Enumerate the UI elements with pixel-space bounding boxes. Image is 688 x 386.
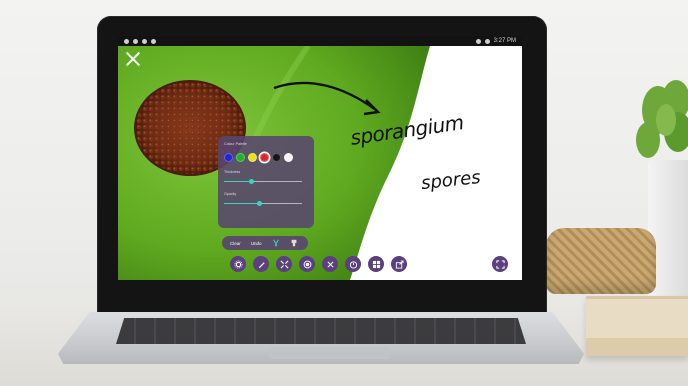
- bluetooth-icon: [475, 38, 481, 44]
- split-button[interactable]: [322, 256, 338, 272]
- wifi-icon: [484, 38, 490, 44]
- colour-palette-panel: Colour Palette Thickness Opacity: [218, 136, 314, 228]
- record-button[interactable]: [299, 256, 315, 272]
- eraser-icon[interactable]: [290, 239, 298, 247]
- notification-icon: [124, 38, 129, 44]
- color-swatch[interactable]: [248, 153, 257, 162]
- color-swatch[interactable]: [272, 153, 281, 162]
- screen: 3:27 PM sporangium spores Colour Palette…: [118, 36, 522, 280]
- keyboard: [116, 318, 526, 344]
- gallery-button[interactable]: [368, 256, 384, 272]
- wicker-basket: [546, 228, 656, 294]
- split-icon: [326, 260, 334, 268]
- color-swatch[interactable]: [260, 153, 269, 162]
- share-icon: [395, 259, 404, 269]
- gallery-icon: [372, 260, 380, 268]
- pen-button[interactable]: [253, 256, 269, 272]
- timer-icon: [349, 260, 357, 269]
- notification-icon: [133, 38, 138, 44]
- fullscreen-button[interactable]: [492, 256, 508, 272]
- drawing-action-bar: Clear Undo: [222, 236, 308, 250]
- clear-button[interactable]: Clear: [230, 241, 241, 246]
- brush-icon[interactable]: [272, 239, 280, 247]
- thickness-slider[interactable]: [224, 178, 308, 184]
- fullscreen-icon: [495, 259, 505, 269]
- settings-button[interactable]: [230, 256, 246, 272]
- close-button[interactable]: [124, 50, 142, 68]
- shape-button[interactable]: [276, 256, 292, 272]
- opacity-slider[interactable]: [224, 200, 308, 206]
- record-icon: [303, 260, 311, 268]
- thickness-label: Thickness: [224, 170, 241, 174]
- settings-icon: [234, 260, 242, 268]
- notification-icon: [151, 38, 156, 44]
- book: [586, 296, 688, 356]
- opacity-label: Opacity: [224, 192, 237, 196]
- clock: 3:27 PM: [493, 38, 516, 44]
- timer-button[interactable]: [345, 256, 361, 272]
- microscope-view[interactable]: [118, 46, 522, 280]
- notification-icon: [142, 38, 147, 44]
- bottom-toolbar: [230, 256, 407, 272]
- shape-icon: [280, 260, 288, 268]
- color-swatch[interactable]: [236, 153, 245, 162]
- palette-title: Colour Palette: [224, 142, 247, 146]
- plant-image: [636, 80, 688, 158]
- share-button[interactable]: [391, 256, 407, 272]
- status-bar: 3:27 PM: [118, 36, 522, 46]
- color-swatch[interactable]: [284, 153, 293, 162]
- pen-icon: [258, 261, 265, 268]
- color-swatch[interactable]: [224, 153, 233, 162]
- color-swatches: [224, 153, 308, 162]
- undo-button[interactable]: Undo: [251, 241, 262, 246]
- trackpad: [270, 347, 390, 359]
